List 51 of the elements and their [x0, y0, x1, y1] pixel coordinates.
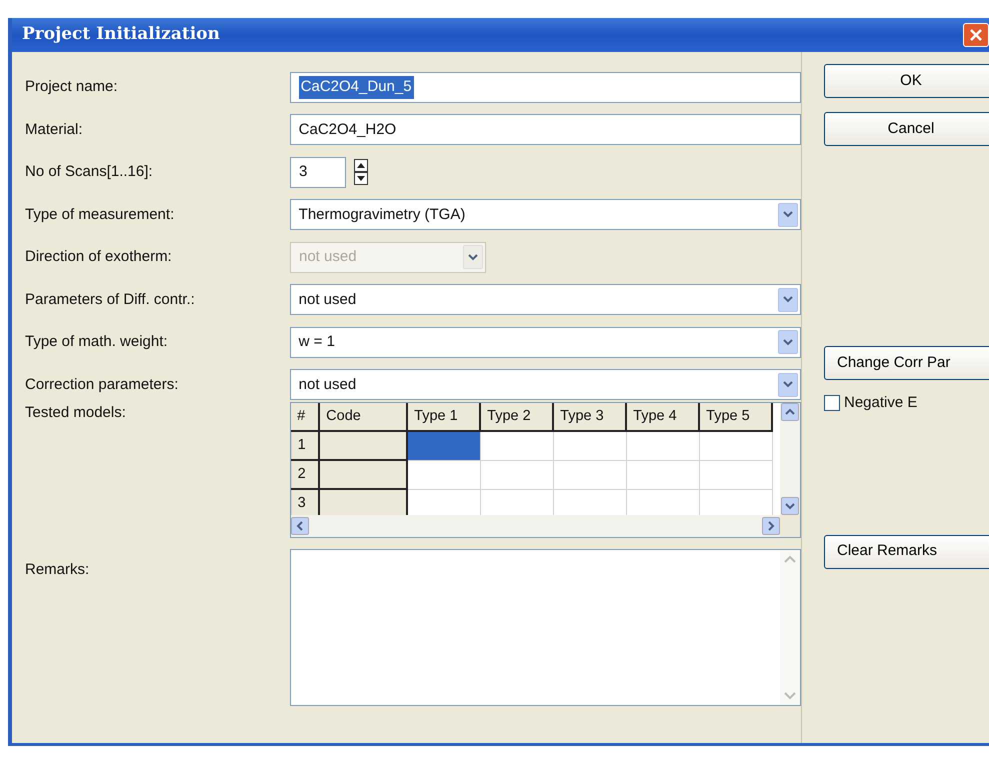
field-label: Direction of exotherm: — [25, 247, 173, 267]
change-corr-par-button[interactable]: Change Corr Par — [824, 346, 989, 380]
text-field[interactable]: CaC2O4_Dun_5 — [290, 72, 801, 103]
ok-button[interactable]: OK — [824, 64, 989, 98]
table-cell[interactable] — [626, 460, 700, 489]
dropdown-field[interactable]: not used — [290, 284, 801, 316]
scroll-down-button[interactable] — [781, 497, 799, 515]
table-cell[interactable] — [626, 431, 700, 460]
column-header: Type 4 — [626, 403, 700, 431]
clear-remarks-button[interactable]: Clear Remarks — [824, 534, 989, 568]
dropdown-field[interactable]: w = 1 — [290, 326, 801, 358]
checkbox-label: Negative E — [844, 393, 918, 413]
table-cell[interactable] — [407, 431, 480, 460]
text-field[interactable]: CaC2O4_H2O — [290, 114, 801, 146]
spin-field[interactable]: 3 — [290, 156, 346, 188]
column-header: Code — [319, 403, 408, 431]
scroll-up-button[interactable] — [781, 403, 799, 421]
field-label: Type of measurement: — [25, 204, 176, 224]
close-icon[interactable] — [969, 28, 983, 42]
table-cell[interactable] — [699, 431, 772, 460]
column-header: Type 1 — [407, 403, 480, 431]
field-label: No of Scans[1..16]: — [25, 162, 154, 182]
spin-buttons[interactable] — [354, 159, 368, 186]
field-label: Remarks: — [25, 560, 90, 580]
column-header: # — [291, 403, 320, 431]
field-label: Project name: — [25, 77, 119, 97]
dropdown-field[interactable]: Thermogravimetry (TGA) — [290, 199, 801, 230]
row-number: 2 — [291, 460, 320, 489]
scroll-left-button[interactable] — [290, 517, 309, 535]
row-number: 1 — [291, 431, 320, 460]
table-cell[interactable] — [480, 431, 554, 460]
column-header: Type 3 — [553, 403, 626, 431]
row-number: 3 — [291, 489, 320, 515]
column-header: Type 2 — [480, 403, 554, 431]
table-cell[interactable] — [553, 431, 626, 460]
column-header: Type 5 — [699, 403, 772, 431]
window-title: Project Initialization — [21, 23, 220, 46]
table-cell[interactable] — [699, 460, 772, 489]
table-cell[interactable] — [407, 460, 480, 489]
field-label: Type of math. weight: — [25, 332, 169, 352]
dropdown-field[interactable]: not used — [290, 369, 801, 400]
cancel-button[interactable]: Cancel — [824, 112, 989, 146]
field-label: Parameters of Diff. contr.: — [25, 290, 196, 310]
table-cell[interactable] — [480, 460, 554, 489]
field-label: Material: — [25, 120, 84, 140]
field-label: Tested models: — [25, 403, 127, 423]
table-cell[interactable] — [553, 460, 626, 489]
field-label: Correction parameters: — [25, 374, 180, 394]
close-button[interactable] — [963, 23, 989, 47]
scroll-right-button[interactable] — [762, 517, 780, 535]
checkbox[interactable] — [824, 395, 840, 412]
